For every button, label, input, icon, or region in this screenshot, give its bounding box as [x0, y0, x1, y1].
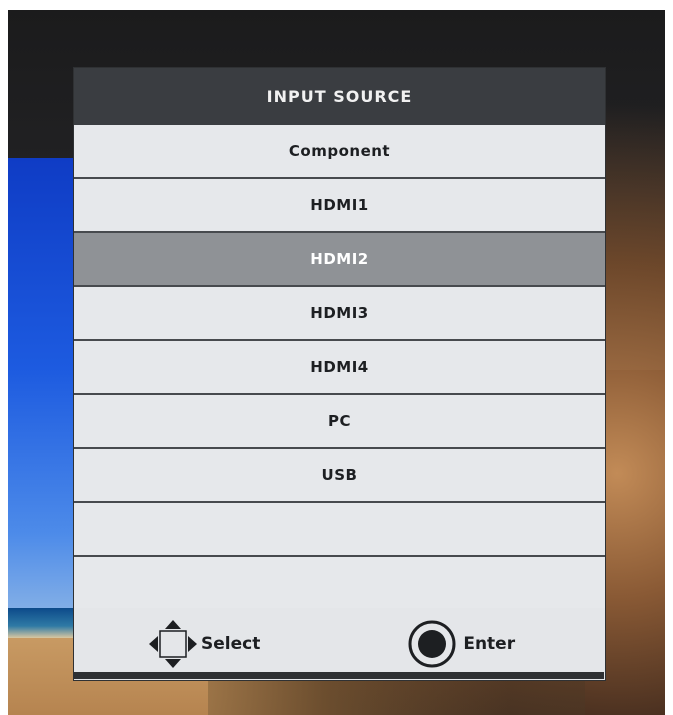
menu-item-component[interactable]: Component — [74, 125, 605, 179]
menu-footer: Select Enter — [74, 608, 605, 680]
wallpaper-sky — [8, 158, 78, 628]
menu-item-pc[interactable]: PC — [74, 395, 605, 449]
menu-item-hdmi2[interactable]: HDMI2 — [74, 233, 605, 287]
menu-item-empty-1 — [74, 503, 605, 557]
menu-title: INPUT SOURCE — [74, 68, 605, 125]
menu-bottom-bar — [73, 672, 604, 679]
menu-item-hdmi3[interactable]: HDMI3 — [74, 287, 605, 341]
select-hint: Select — [147, 618, 260, 670]
menu-item-hdmi4[interactable]: HDMI4 — [74, 341, 605, 395]
menu-item-empty-2 — [74, 557, 605, 611]
enter-label: Enter — [463, 634, 516, 654]
menu-item-usb[interactable]: USB — [74, 449, 605, 503]
dpad-icon — [149, 620, 197, 668]
enter-hint: Enter — [407, 619, 515, 669]
input-source-menu: INPUT SOURCE Component HDMI1 HDMI2 HDMI3… — [73, 67, 606, 681]
menu-item-hdmi1[interactable]: HDMI1 — [74, 179, 605, 233]
select-label: Select — [201, 634, 261, 654]
enter-button-icon — [408, 620, 456, 668]
wallpaper-sea — [8, 608, 78, 638]
